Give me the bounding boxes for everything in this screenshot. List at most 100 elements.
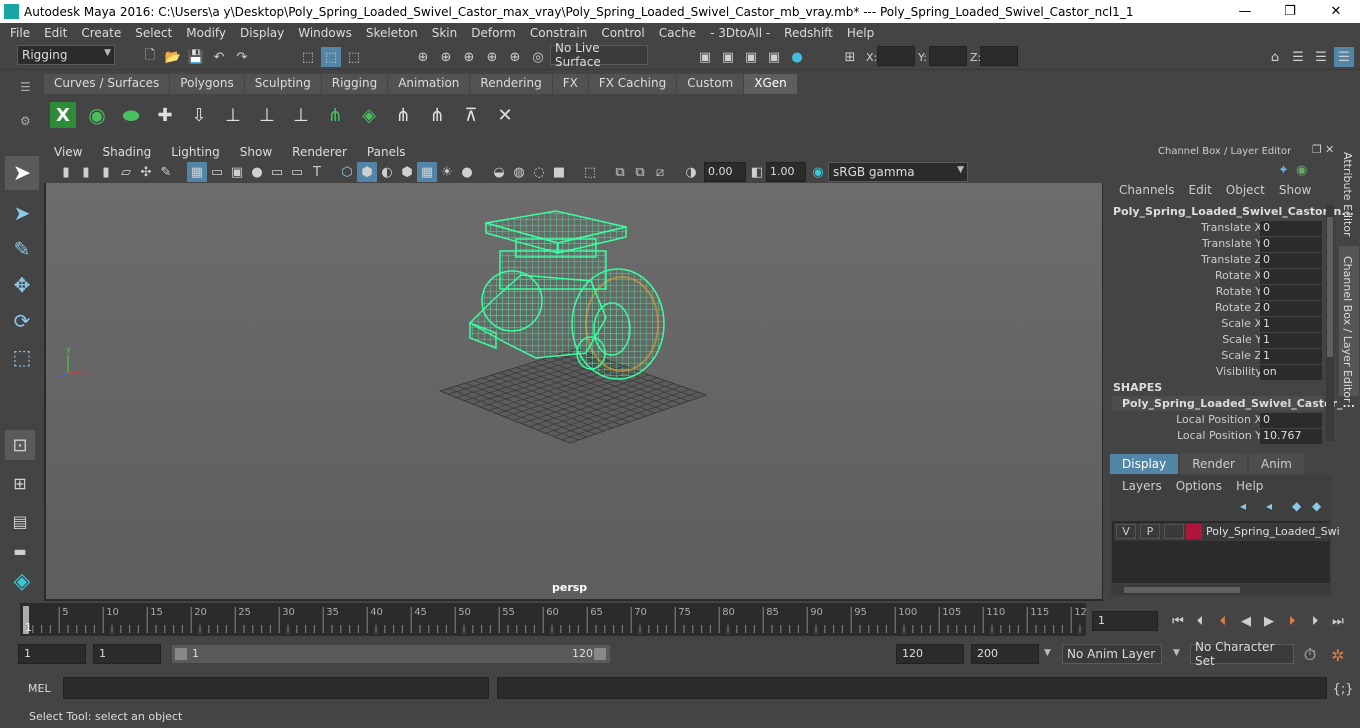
lasso-tool-icon[interactable]: ➤: [5, 196, 39, 230]
save-scene-icon[interactable]: 💾: [186, 47, 206, 67]
add-guides-icon[interactable]: ✚: [152, 102, 178, 128]
isolate-select-icon[interactable]: ◒: [489, 162, 509, 182]
groom-icon[interactable]: ⋔: [322, 102, 348, 128]
xray-joints-icon[interactable]: ◌: [529, 162, 549, 182]
time-slider-track[interactable]: 5 10 15 20 25 30 35 40 45 50 55 60 65 70 75 80 85 90 95 100…: [20, 603, 1087, 636]
attr-local-position-x[interactable]: Local Position X0: [1106, 413, 1326, 429]
render-settings-icon[interactable]: ▣: [764, 47, 784, 67]
range-start-handle[interactable]: [175, 648, 187, 660]
attr-value[interactable]: 1: [1260, 333, 1322, 348]
gamma-field[interactable]: 1.00: [766, 162, 806, 182]
live-surface-field[interactable]: No Live Surface: [550, 41, 648, 69]
attr-value[interactable]: 0: [1260, 301, 1322, 316]
exposure-icon[interactable]: ◑: [681, 162, 701, 182]
chevron-down-icon[interactable]: ▼: [1044, 648, 1051, 658]
add-guide-icon[interactable]: ⊥: [220, 102, 246, 128]
snap-grid-icon[interactable]: ⊕: [413, 47, 433, 67]
attr-value[interactable]: 10.767: [1260, 429, 1322, 444]
open-scene-icon[interactable]: 📂: [163, 47, 183, 67]
render-frame-icon[interactable]: ▣: [718, 47, 738, 67]
paint-select-tool-icon[interactable]: ✎: [5, 232, 39, 266]
side-tab-attribute-editor[interactable]: Attribute Editor: [1341, 152, 1354, 237]
layer-tab-anim[interactable]: Anim: [1248, 454, 1304, 474]
object-name[interactable]: Poly_Spring_Loaded_Swivel_Castor_n...: [1113, 205, 1354, 218]
gate-mask-icon[interactable]: ●: [247, 162, 267, 182]
attr-value[interactable]: on: [1260, 365, 1322, 380]
channel-menu-object[interactable]: Object: [1219, 183, 1272, 201]
range-end-handle[interactable]: [594, 648, 606, 660]
menu-constrain[interactable]: Constrain: [523, 26, 595, 40]
resolution-gate-icon[interactable]: ▣: [227, 162, 247, 182]
sculpt-guide-icon[interactable]: ⊥: [254, 102, 280, 128]
place-guides-icon[interactable]: ⇩: [186, 102, 212, 128]
snap-curve-icon[interactable]: ⊕: [436, 47, 456, 67]
fx-modules-icon[interactable]: ⋔: [424, 102, 450, 128]
attr-value[interactable]: 0: [1260, 269, 1322, 284]
script-editor-icon[interactable]: {;}: [1333, 679, 1354, 699]
menu-display[interactable]: Display: [233, 26, 291, 40]
layer-hscrollbar[interactable]: [1112, 585, 1330, 595]
animation-preferences-icon[interactable]: ✲: [1328, 645, 1348, 665]
viewport-menu-panels[interactable]: Panels: [357, 145, 416, 159]
menu-help[interactable]: Help: [840, 26, 881, 40]
select-hierarchy-icon[interactable]: ⬚: [298, 47, 318, 67]
shelf-tab-rendering[interactable]: Rendering: [470, 74, 552, 94]
go-to-end-icon[interactable]: ⏭: [1328, 611, 1348, 631]
animation-end-field[interactable]: 200: [971, 644, 1039, 664]
attr-value[interactable]: 0: [1260, 413, 1322, 428]
shelf-tab-sculpting[interactable]: Sculpting: [244, 74, 321, 94]
shelf-settings-icon[interactable]: ⚙: [20, 114, 31, 128]
guide-to-curve-icon[interactable]: ⋔: [390, 102, 416, 128]
channel-box-toggle-icon[interactable]: ☰: [1334, 47, 1354, 67]
mel-input[interactable]: [63, 677, 489, 699]
scrollbar-thumb[interactable]: [1124, 587, 1240, 593]
delete-guides-icon[interactable]: ✕: [492, 102, 518, 128]
lock-guide-icon[interactable]: ⊥: [288, 102, 314, 128]
layer-editor-icon[interactable]: ◉: [1296, 163, 1307, 178]
menu-file[interactable]: File: [0, 26, 37, 40]
xgen-preview-icon[interactable]: ◉: [84, 102, 110, 128]
channel-box-scrollbar[interactable]: [1326, 205, 1334, 441]
viewport-menu-show[interactable]: Show: [230, 145, 282, 159]
scrollbar-thumb[interactable]: [1327, 217, 1333, 357]
attr-value[interactable]: 1: [1260, 317, 1322, 332]
play-forwards-icon[interactable]: ▶: [1259, 611, 1279, 631]
viewport-menu-lighting[interactable]: Lighting: [161, 145, 230, 159]
shelf-tab-rigging[interactable]: Rigging: [321, 74, 388, 94]
patch-icon[interactable]: ◈: [356, 102, 382, 128]
layer-playback-toggle[interactable]: P: [1140, 524, 1160, 539]
bookmark-icon[interactable]: ▮: [96, 162, 116, 182]
shelf-tab-animation[interactable]: Animation: [388, 74, 470, 94]
attr-value[interactable]: 0: [1260, 221, 1322, 236]
viewport-canvas[interactable]: y x persp: [46, 183, 1102, 599]
four-view-layout-icon[interactable]: ⊞: [5, 468, 35, 498]
attr-visibility[interactable]: Visibility on: [1106, 365, 1326, 381]
image-plane-icon[interactable]: ▱: [116, 162, 136, 182]
render-view-icon[interactable]: ▣: [695, 47, 715, 67]
character-set-dropdown[interactable]: No Character Set: [1190, 640, 1294, 668]
playback-start-field[interactable]: 1: [93, 644, 161, 664]
menu-control[interactable]: Control: [594, 26, 651, 40]
redo-icon[interactable]: ↷: [232, 47, 252, 67]
single-view-layout-icon[interactable]: ⊡: [5, 430, 35, 460]
curves-to-guides-icon[interactable]: ⊼: [458, 102, 484, 128]
go-to-start-icon[interactable]: ⏮: [1168, 611, 1188, 631]
menu-deform[interactable]: Deform: [464, 26, 523, 40]
range-slider-bar[interactable]: 1 120: [172, 645, 610, 663]
bounding-box-icon[interactable]: ⬚: [580, 162, 600, 182]
attr-translate-x[interactable]: Translate X0: [1106, 221, 1326, 237]
safe-title-icon[interactable]: T: [307, 162, 327, 182]
color-management-icon[interactable]: ◉: [808, 162, 828, 182]
maximize-button[interactable]: ❐: [1267, 0, 1313, 23]
shelf-tab-xgen[interactable]: XGen: [744, 74, 797, 94]
step-back-key-icon[interactable]: ⏴: [1213, 611, 1233, 631]
snap-live-icon[interactable]: ◎: [528, 47, 548, 67]
color-space-dropdown[interactable]: sRGB gamma ▼: [828, 162, 968, 182]
exposure-field[interactable]: 0.00: [704, 162, 746, 182]
x-field[interactable]: [877, 46, 915, 66]
field-chart-icon[interactable]: ▭: [267, 162, 287, 182]
attr-rotate-z[interactable]: Rotate Z0: [1106, 301, 1326, 317]
channel-menu-show[interactable]: Show: [1272, 183, 1318, 201]
menu-skeleton[interactable]: Skeleton: [359, 26, 425, 40]
z-field[interactable]: [980, 46, 1018, 66]
